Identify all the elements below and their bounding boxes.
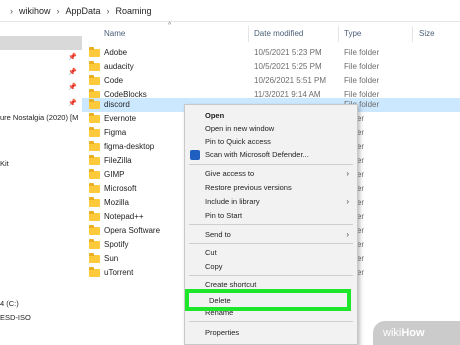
menu-item-restore-versions[interactable]: Restore previous versions: [185, 181, 357, 195]
file-name: Mozilla: [104, 198, 129, 207]
file-name: audacity: [104, 62, 134, 71]
logo-prefix: wiki: [383, 327, 402, 339]
menu-divider: [189, 275, 353, 276]
list-item[interactable]: Code 10/26/2021 5:51 PM File folder: [82, 74, 460, 88]
menu-item-send-to[interactable]: Send to ›: [185, 228, 357, 242]
chevron-right-icon: ›: [346, 169, 349, 178]
pin-icon: 📌: [68, 100, 77, 107]
menu-item-give-access[interactable]: Give access to ›: [185, 167, 357, 181]
menu-item-label: Send to: [205, 230, 231, 239]
menu-item-pin-quick-access[interactable]: Pin to Quick access: [185, 135, 357, 149]
menu-item-open[interactable]: Open: [185, 109, 357, 123]
folder-icon: [89, 197, 100, 207]
nav-item-esd-iso[interactable]: ESD-ISO: [0, 311, 82, 325]
file-date: 10/26/2021 5:51 PM: [254, 76, 327, 85]
chevron-right-icon: ›: [106, 5, 110, 16]
file-name: Spotify: [104, 240, 129, 249]
file-name: Code: [104, 76, 124, 85]
folder-icon: [89, 47, 100, 57]
column-header-size[interactable]: Size: [419, 29, 435, 38]
pin-icon: 📌: [68, 54, 77, 61]
menu-item-pin-start[interactable]: Pin to Start: [185, 209, 357, 223]
folder-icon: [89, 75, 100, 85]
list-item[interactable]: audacity 10/5/2021 5:25 PM File folder: [82, 60, 460, 74]
menu-divider: [189, 224, 353, 225]
chevron-right-icon: ›: [346, 197, 349, 206]
menu-item-cut[interactable]: Cut: [185, 246, 357, 260]
column-header-name[interactable]: Name: [104, 29, 125, 38]
folder-icon: [89, 113, 100, 123]
pin-icon: 📌: [68, 84, 77, 91]
column-divider[interactable]: [412, 26, 413, 42]
menu-item-label: Include in library: [205, 197, 260, 206]
column-header-row: ^ Name Date modified Type Size: [82, 22, 460, 44]
menu-item-label: Give access to: [205, 169, 255, 178]
menu-item-label: Delete: [209, 296, 231, 305]
file-name: Notepad++: [104, 212, 144, 221]
menu-divider: [189, 321, 353, 322]
breadcrumb: › wikihow › AppData › Roaming: [0, 0, 460, 22]
file-date: 10/5/2021 5:25 PM: [254, 62, 322, 71]
nav-item[interactable]: Kit: [0, 157, 82, 171]
chevron-right-icon: ›: [56, 5, 60, 16]
folder-icon: [89, 211, 100, 221]
wikihow-logo: wikiHow: [373, 321, 460, 345]
folder-icon: [89, 183, 100, 193]
file-name: figma-desktop: [104, 142, 155, 151]
list-item[interactable]: Adobe 10/5/2021 5:23 PM File folder: [82, 46, 460, 60]
file-name: Opera Software: [104, 226, 161, 235]
menu-item-include-library[interactable]: Include in library ›: [185, 195, 357, 209]
file-name: Sun: [104, 254, 119, 263]
menu-item-label: Scan with Microsoft Defender...: [205, 150, 309, 159]
navigation-pane: 📌 📌 📌 📌 ure Nostalgia (2020) [M Kit 4 (C…: [0, 22, 82, 345]
column-divider[interactable]: [248, 26, 249, 42]
breadcrumb-appdata[interactable]: AppData: [66, 6, 101, 16]
folder-icon: [89, 253, 100, 263]
breadcrumb-roaming[interactable]: Roaming: [116, 6, 152, 16]
file-name: Microsoft: [104, 184, 137, 193]
file-name: GIMP: [104, 170, 125, 179]
menu-divider: [189, 164, 353, 165]
shield-icon: [190, 150, 200, 160]
breadcrumb-wikihow[interactable]: wikihow: [19, 6, 51, 16]
file-name: Adobe: [104, 48, 128, 57]
folder-icon: [89, 267, 100, 277]
folder-icon: [89, 127, 100, 137]
menu-item-delete[interactable]: Delete: [185, 289, 351, 311]
folder-icon: [89, 141, 100, 151]
folder-icon: [89, 155, 100, 165]
menu-divider: [189, 243, 353, 244]
menu-item-open-new-window[interactable]: Open in new window: [185, 122, 357, 136]
logo-suffix: How: [401, 327, 425, 339]
menu-item-scan-defender[interactable]: Scan with Microsoft Defender...: [185, 148, 357, 162]
file-date: 10/5/2021 5:23 PM: [254, 48, 322, 57]
pin-icon: 📌: [68, 69, 77, 76]
nav-item-drive-c[interactable]: 4 (C:): [0, 297, 82, 311]
file-type: File folder: [344, 62, 380, 71]
chevron-right-icon: ›: [346, 230, 349, 239]
file-type: File folder: [344, 48, 380, 57]
folder-icon: [89, 239, 100, 249]
nav-item[interactable]: [0, 36, 82, 50]
column-header-date[interactable]: Date modified: [254, 29, 303, 38]
file-name: Figma: [104, 128, 127, 137]
file-name: discord: [104, 100, 130, 109]
column-header-type[interactable]: Type: [344, 29, 361, 38]
menu-item-properties[interactable]: Properties: [185, 326, 357, 340]
file-name: FileZilla: [104, 156, 132, 165]
file-name: uTorrent: [104, 268, 134, 277]
folder-icon: [89, 61, 100, 71]
folder-icon: [89, 169, 100, 179]
folder-icon: [89, 225, 100, 235]
file-type: File folder: [344, 76, 380, 85]
sort-up-icon: ^: [168, 22, 172, 29]
column-divider[interactable]: [338, 26, 339, 42]
chevron-right-icon: ›: [10, 5, 13, 16]
folder-icon: [89, 99, 100, 109]
file-name: Evernote: [104, 114, 137, 123]
menu-item-copy[interactable]: Copy: [185, 260, 357, 274]
nav-item[interactable]: ure Nostalgia (2020) [M: [0, 111, 82, 125]
